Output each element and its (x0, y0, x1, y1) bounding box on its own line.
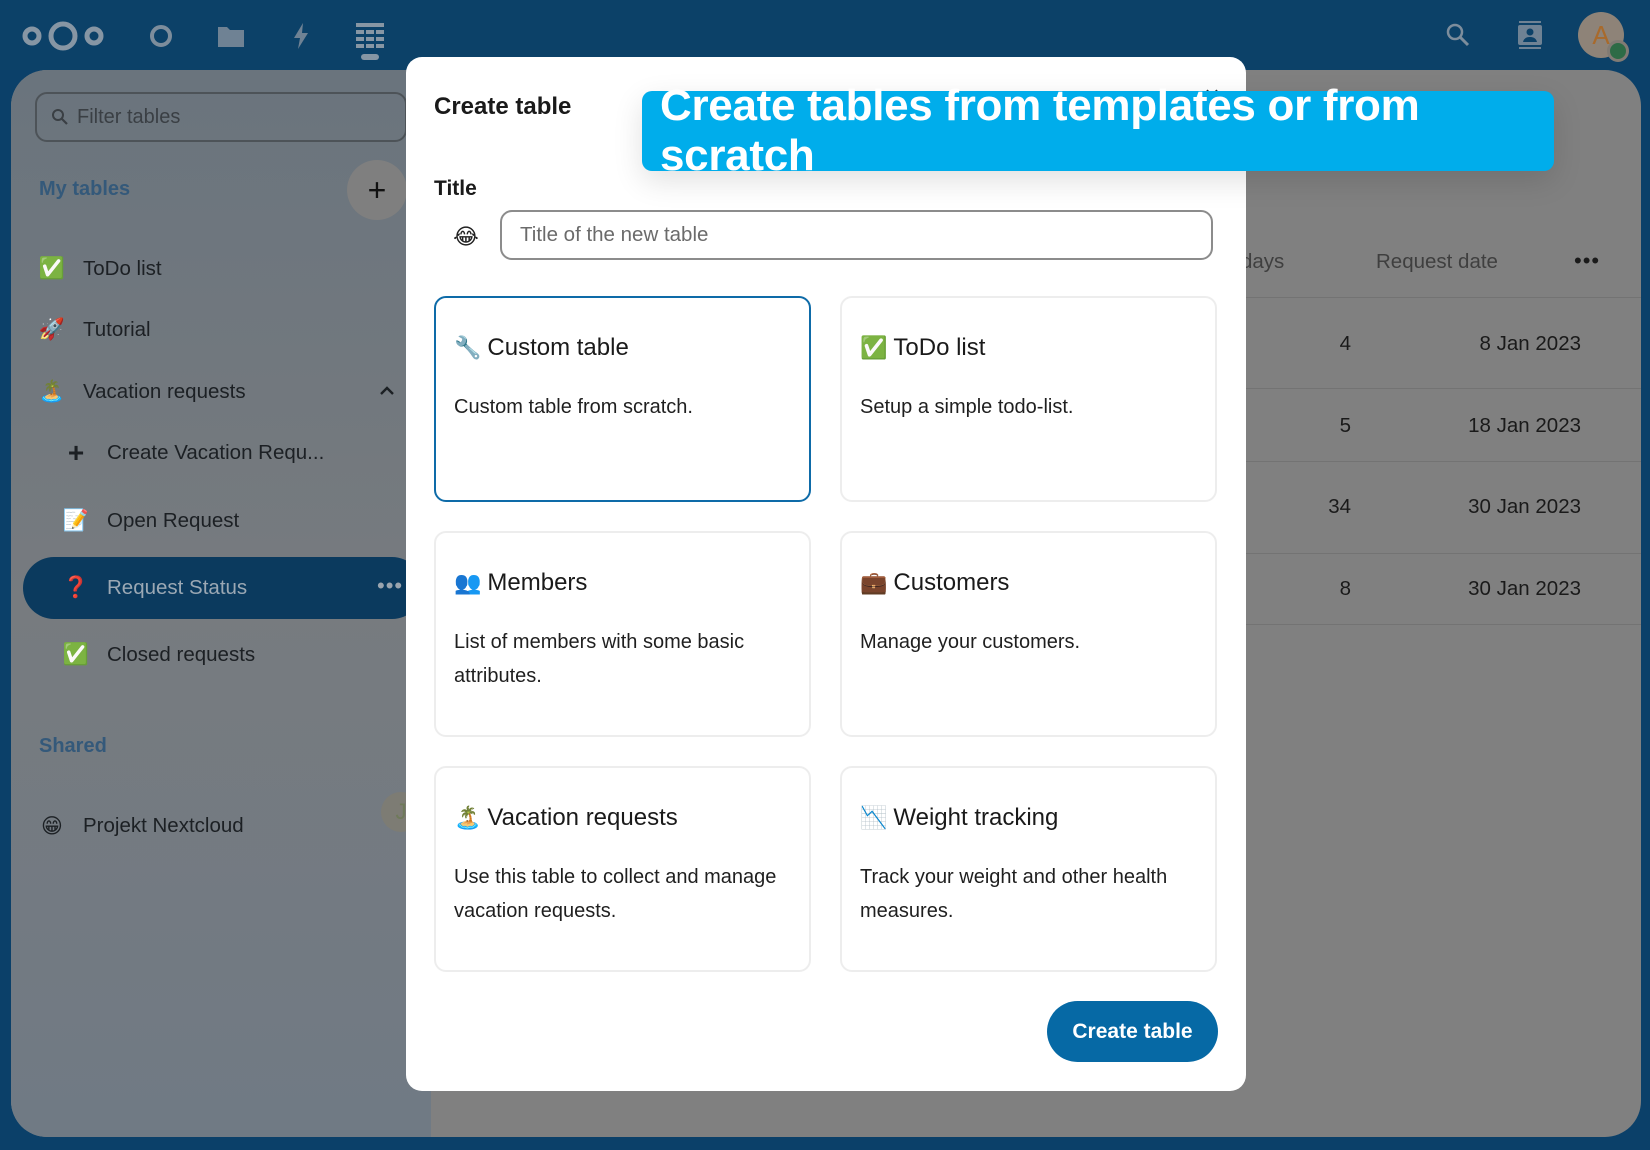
template-card-custom-table[interactable]: 🔧 Custom table Custom table from scratch. (434, 296, 811, 502)
sidebar-item-label: Create Vacation Requ... (107, 441, 325, 464)
filter-tables-input[interactable]: Filter tables (35, 92, 407, 142)
template-card-members[interactable]: 👥 Members List of members with some basic… (434, 531, 811, 737)
shared-heading: Shared (39, 735, 107, 757)
create-table-dialog: Create table × Title 😂 🔧Custom table Cus… (406, 57, 1246, 1091)
more-actions-icon[interactable]: ••• (377, 573, 403, 599)
row-divider (1245, 553, 1641, 554)
cell-days: 34 (1328, 495, 1351, 518)
briefcase-icon: 💼 (860, 570, 888, 595)
dashboard-circle-icon[interactable] (145, 20, 177, 52)
template-description: List of members with some basic attribut… (454, 631, 745, 687)
sidebar-item-tutorial[interactable]: 🚀 Tutorial (39, 310, 151, 350)
my-tables-heading: My tables (39, 178, 131, 200)
nextcloud-logo-icon[interactable] (20, 20, 106, 52)
contacts-icon[interactable] (1513, 18, 1547, 52)
chart-decreasing-icon: 📉 (860, 805, 888, 830)
search-icon (52, 109, 68, 125)
sidebar-item-label: Open Request (107, 509, 240, 532)
template-title: Weight tracking (893, 804, 1059, 831)
template-description: Track your weight and other health measu… (860, 866, 1168, 922)
callout-text: Create tables from templates or from scr… (660, 81, 1420, 180)
cell-request-date: 18 Jan 2023 (1468, 414, 1581, 437)
checkmark-icon: ✅ (38, 257, 66, 280)
cell-request-date: 8 Jan 2023 (1479, 332, 1581, 355)
row-divider (1245, 297, 1641, 298)
sidebar-item-projekt-nextcloud[interactable]: 😁 Projekt Nextcloud (39, 806, 244, 846)
memo-icon: 📝 (62, 509, 90, 532)
lightning-icon[interactable] (285, 20, 317, 52)
plus-icon: + (367, 171, 387, 208)
sidebar-item-vacation-requests[interactable]: 🏝️ Vacation requests (39, 372, 246, 412)
template-title: Custom table (487, 334, 629, 361)
wrench-icon: 🔧 (454, 335, 482, 360)
sidebar-item-open-request[interactable]: 📝 Open Request (63, 501, 239, 541)
chevron-up-icon[interactable] (379, 380, 395, 401)
sidebar-item-label: Vacation requests (83, 380, 246, 403)
sidebar-item-closed-requests[interactable]: ✅ Closed requests (63, 635, 255, 675)
grinning-face-icon: 😁 (41, 814, 63, 838)
template-title: Members (487, 569, 588, 596)
table-title-input[interactable] (500, 210, 1213, 260)
online-status-icon (1607, 40, 1629, 62)
cell-days: 4 (1339, 332, 1351, 355)
row-divider (1245, 624, 1641, 625)
folder-icon[interactable] (215, 20, 247, 52)
template-title: Vacation requests (487, 804, 678, 831)
title-field-label: Title (434, 177, 477, 200)
filter-placeholder: Filter tables (77, 105, 181, 128)
sidebar-item-todo-list[interactable]: ✅ ToDo list (39, 249, 162, 289)
template-card-weight-tracking[interactable]: 📉 Weight tracking Track your weight and o… (840, 766, 1217, 972)
checkmark-icon: ✅ (62, 643, 90, 666)
template-description: Custom table from scratch. (454, 396, 693, 418)
table-icon[interactable] (354, 20, 386, 52)
sidebar-navigation: Filter tables My tables + ✅ ToDo list 🚀 … (11, 70, 431, 1137)
column-header-request-date[interactable]: Request date (1376, 250, 1498, 274)
sidebar-item-label: Projekt Nextcloud (83, 814, 244, 837)
table-options-icon[interactable]: ••• (1574, 248, 1600, 274)
template-title: ToDo list (893, 334, 986, 361)
dialog-title: Create table (434, 93, 572, 120)
search-icon[interactable] (1441, 18, 1475, 52)
cell-days: 5 (1339, 414, 1351, 437)
sidebar-item-label: Tutorial (83, 318, 151, 341)
plus-icon: + (67, 437, 85, 468)
checkmark-icon: ✅ (860, 335, 888, 360)
emoji-picker-button[interactable]: 😂 (450, 221, 482, 253)
sidebar-item-create-vacation-request[interactable]: + Create Vacation Requ... (63, 433, 324, 473)
rocket-icon: 🚀 (38, 318, 66, 341)
template-description: Setup a simple todo-list. (860, 396, 1074, 418)
sidebar-item-label: Request Status (107, 576, 248, 599)
tutorial-callout: Create tables from templates or from scr… (642, 81, 1554, 180)
question-mark-icon: ❓ (62, 576, 90, 599)
cell-request-date: 30 Jan 2023 (1468, 495, 1581, 518)
island-icon: 🏝️ (454, 805, 482, 830)
template-card-customers[interactable]: 💼 Customers Manage your customers. (840, 531, 1217, 737)
sidebar-item-label: ToDo list (83, 257, 162, 280)
row-divider (1245, 388, 1641, 389)
island-icon: 🏝️ (38, 380, 66, 403)
sidebar-item-request-status[interactable]: ❓ Request Status (63, 568, 247, 608)
template-description: Manage your customers. (860, 631, 1081, 653)
column-header-days[interactable]: days (1241, 250, 1284, 274)
template-title: Customers (893, 569, 1010, 596)
create-table-button[interactable]: Create table (1047, 1001, 1218, 1062)
cell-days: 8 (1339, 577, 1351, 600)
template-card-vacation-requests[interactable]: 🏝️ Vacation requests Use this table to co… (434, 766, 811, 972)
sidebar-item-label: Closed requests (107, 643, 256, 666)
people-icon: 👥 (454, 570, 482, 595)
template-card-todo-list[interactable]: ✅ ToDo list Setup a simple todo-list. (840, 296, 1217, 502)
owner-initial: J (395, 799, 407, 824)
active-app-indicator (361, 54, 379, 60)
template-description: Use this table to collect and manage vac… (454, 866, 777, 922)
add-table-button[interactable]: + (347, 160, 407, 220)
row-divider (1245, 461, 1641, 462)
cell-request-date: 30 Jan 2023 (1468, 577, 1581, 600)
